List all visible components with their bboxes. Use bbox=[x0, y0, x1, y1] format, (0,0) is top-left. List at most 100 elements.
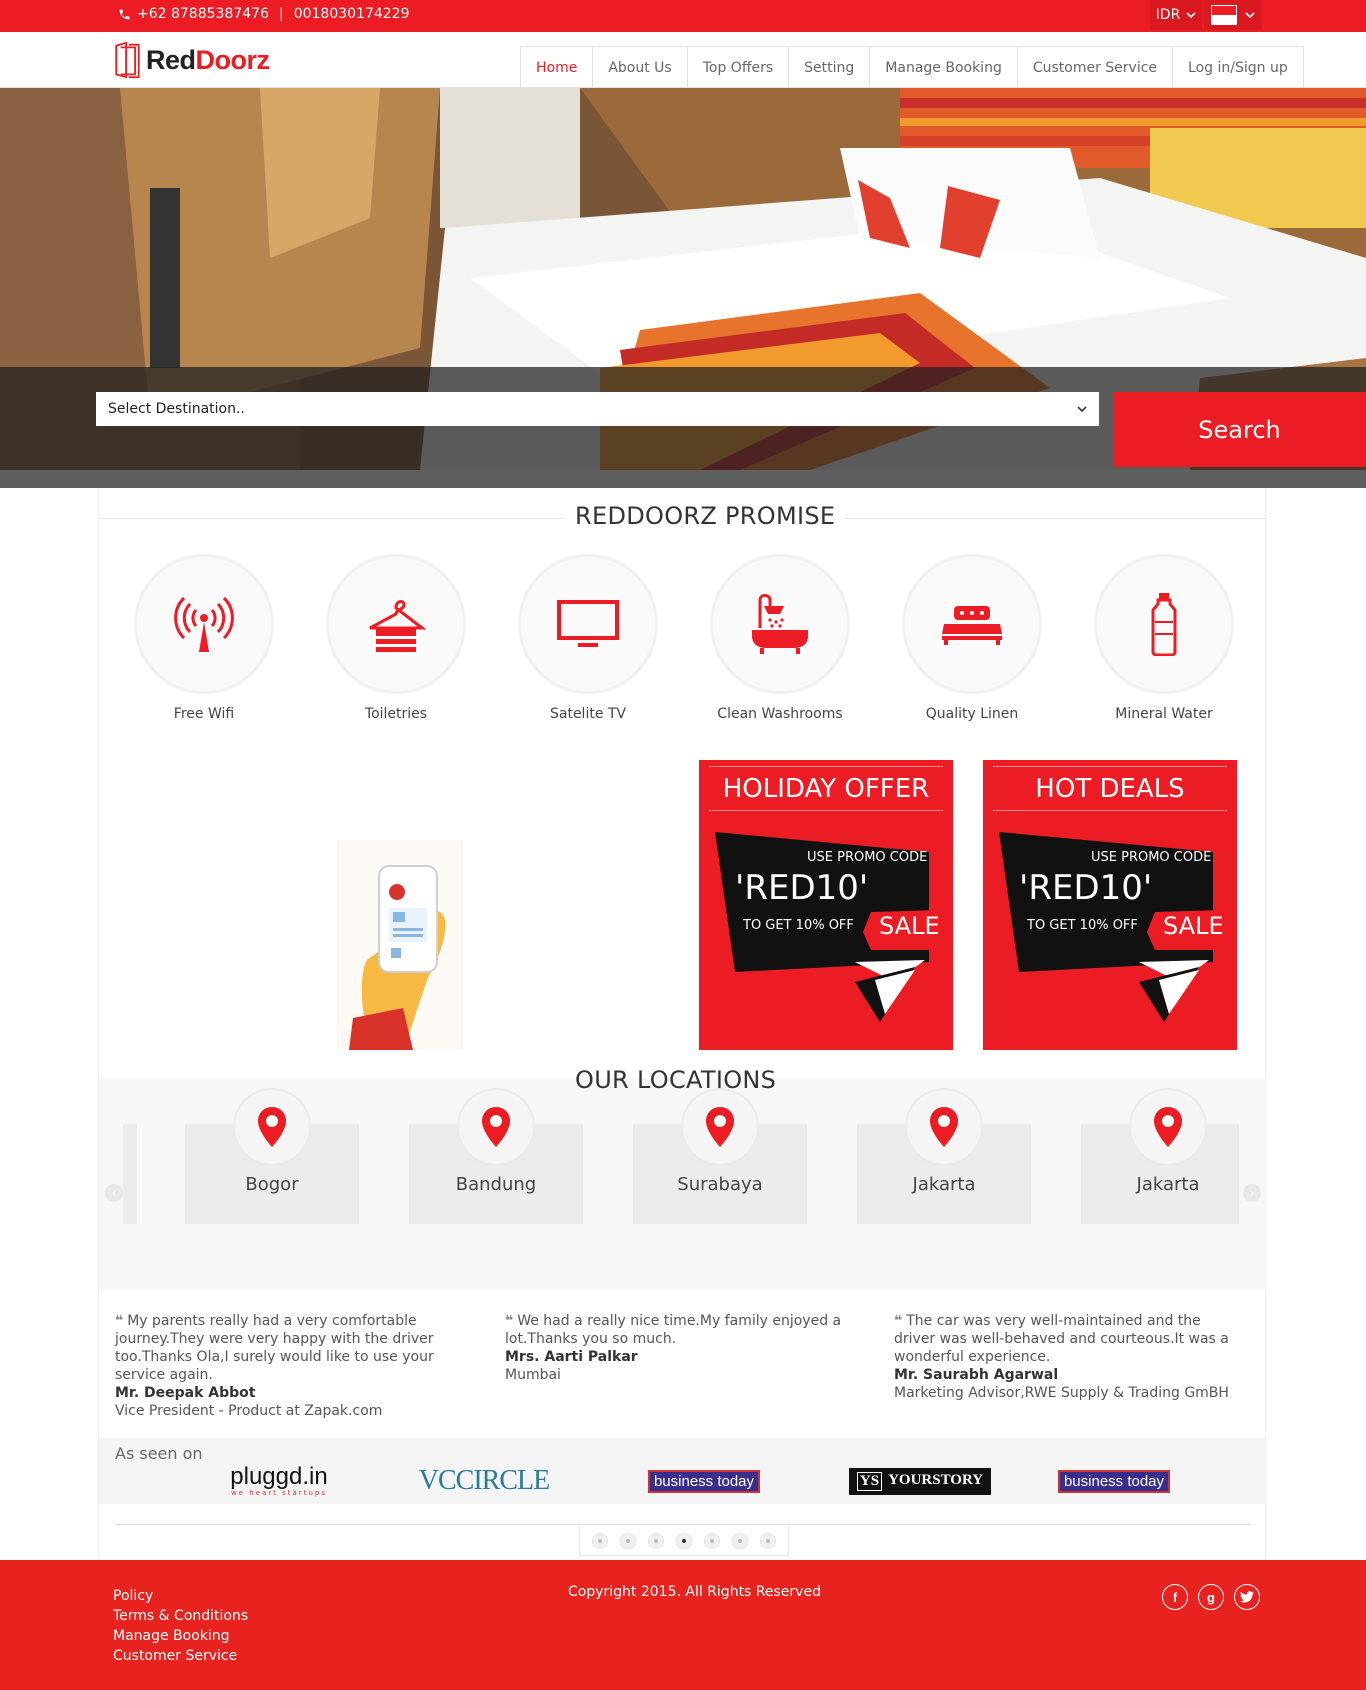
nav-about-us[interactable]: About Us bbox=[593, 47, 688, 89]
footer-link-terms[interactable]: Terms & Conditions bbox=[113, 1606, 248, 1626]
press-logos: pluggd.in we heart startups VCCIRCLE bus… bbox=[99, 1464, 1267, 1498]
testimonial-role: Vice President - Product at Zapak.com bbox=[115, 1403, 383, 1419]
promise-item-wifi: Free Wifi bbox=[129, 554, 279, 722]
main-nav: Home About Us Top Offers Setting Manage … bbox=[520, 46, 1304, 89]
map-pin-icon bbox=[1154, 1107, 1182, 1147]
footer: Policy Terms & Conditions Manage Booking… bbox=[0, 1560, 1366, 1690]
vccircle-logo[interactable]: VCCIRCLE bbox=[409, 1464, 559, 1498]
nav-home[interactable]: Home bbox=[521, 47, 594, 89]
footer-link-policy[interactable]: Policy bbox=[113, 1586, 248, 1606]
search-button[interactable]: Search bbox=[1113, 392, 1366, 467]
promise-label: Satelite TV bbox=[549, 706, 627, 722]
nav-top-offers[interactable]: Top Offers bbox=[688, 47, 790, 89]
nav-manage-booking[interactable]: Manage Booking bbox=[870, 47, 1018, 89]
phone-number[interactable]: +62 87885387476 bbox=[137, 6, 269, 22]
main-content: REDDOORZ PROMISE Free Wifi Toiletries Sa… bbox=[98, 488, 1267, 1560]
promise-title: REDDOORZ PROMISE bbox=[565, 502, 846, 530]
hot-deals-card[interactable]: HOT DEALS USE PROMO CODE 'RED10' TO GET … bbox=[983, 760, 1237, 1050]
nav-login-signup[interactable]: Log in/Sign up bbox=[1173, 47, 1303, 89]
phone-separator: | bbox=[278, 6, 284, 22]
destination-placeholder: Select Destination.. bbox=[108, 401, 245, 417]
footer-links: Policy Terms & Conditions Manage Booking… bbox=[113, 1586, 248, 1666]
testimonial-role: Mumbai bbox=[505, 1367, 561, 1383]
pagination-dot[interactable] bbox=[648, 1532, 664, 1549]
destination-select[interactable]: Select Destination.. bbox=[96, 392, 1099, 426]
top-bar: +62 87885387476 | 0018030174229 IDR bbox=[0, 0, 1366, 32]
bed-icon bbox=[942, 606, 1002, 645]
locations-carousel: Bogor Bandung Surabaya Jakarta Jakarta bbox=[121, 1064, 1245, 1234]
mobile-app-illustration bbox=[337, 840, 463, 1050]
promo-label: USE PROMO CODE bbox=[807, 850, 928, 865]
promo-label: USE PROMO CODE bbox=[1091, 850, 1212, 865]
yourstory-logo[interactable]: YS YOURSTORY bbox=[845, 1464, 995, 1498]
reddoorz-logo[interactable]: RedDoorz bbox=[112, 42, 270, 78]
chevron-down-icon bbox=[1077, 406, 1087, 413]
promo-subtitle: TO GET 10% OFF bbox=[1027, 918, 1138, 933]
language-dropdown[interactable] bbox=[1204, 0, 1262, 30]
logo-text: RedDoorz bbox=[146, 44, 270, 75]
offer-title: HOT DEALS bbox=[1035, 774, 1185, 804]
pagination-dot[interactable] bbox=[592, 1532, 608, 1549]
quote-icon: ❝ bbox=[505, 1313, 514, 1329]
phone-icon bbox=[119, 9, 130, 19]
pagination-dot[interactable] bbox=[704, 1532, 720, 1549]
tv-icon bbox=[557, 600, 619, 647]
pagination-dot[interactable] bbox=[620, 1532, 636, 1549]
testimonial-3: ❝ The car was very well-maintained and th… bbox=[894, 1312, 1244, 1402]
phone-number-2[interactable]: 0018030174229 bbox=[294, 6, 410, 22]
contact-phones: +62 87885387476 | 0018030174229 bbox=[118, 6, 410, 22]
testimonial-author: Mr. Deepak Abbot bbox=[115, 1385, 256, 1401]
testimonial-text: My parents really had a very comfortable… bbox=[115, 1313, 434, 1383]
testimonial-author: Mr. Saurabh Agarwal bbox=[894, 1367, 1059, 1383]
location-name: Bandung bbox=[455, 1174, 537, 1195]
holiday-offer-card[interactable]: HOLIDAY OFFER USE PROMO CODE 'RED10' TO … bbox=[699, 760, 953, 1050]
twitter-icon[interactable] bbox=[1234, 1584, 1260, 1610]
location-name: Bogor bbox=[245, 1174, 299, 1195]
promise-item-tv: Satelite TV bbox=[513, 554, 663, 722]
door-logo-icon bbox=[115, 42, 140, 78]
pagination-dot[interactable] bbox=[732, 1532, 748, 1549]
offer-title: HOLIDAY OFFER bbox=[722, 774, 930, 804]
promise-item-linen: Quality Linen bbox=[897, 554, 1047, 722]
currency-label: IDR bbox=[1155, 7, 1181, 23]
bathtub-shower-icon bbox=[752, 594, 808, 654]
promise-item-washroom: Clean Washrooms bbox=[705, 554, 855, 722]
copyright: Copyright 2015. All Rights Reserved bbox=[568, 1584, 821, 1600]
google-plus-icon[interactable]: g bbox=[1198, 1584, 1224, 1610]
footer-link-manage-booking[interactable]: Manage Booking bbox=[113, 1626, 248, 1646]
divider bbox=[709, 810, 943, 811]
divider bbox=[709, 766, 943, 767]
water-bottle-icon bbox=[1151, 593, 1177, 656]
hero-bottom-strip bbox=[0, 470, 1366, 488]
business-today-logo[interactable]: business today bbox=[639, 1464, 769, 1498]
promise-label: Free Wifi bbox=[173, 706, 235, 722]
pagination-dot-active[interactable] bbox=[676, 1532, 692, 1549]
pagination-dot[interactable] bbox=[760, 1532, 776, 1549]
promise-label: Clean Washrooms bbox=[717, 706, 843, 722]
facebook-icon[interactable]: f bbox=[1162, 1584, 1188, 1610]
currency-dropdown[interactable]: IDR bbox=[1150, 0, 1202, 30]
divider bbox=[993, 766, 1227, 767]
chevron-down-icon bbox=[1186, 12, 1196, 19]
quote-icon: ❝ bbox=[115, 1313, 124, 1329]
hand-phone-icon bbox=[349, 865, 446, 1050]
promo-subtitle: TO GET 10% OFF bbox=[743, 918, 854, 933]
footer-link-customer-service[interactable]: Customer Service bbox=[113, 1646, 248, 1666]
location-name: Jakarta bbox=[912, 1174, 976, 1195]
testimonial-1: ❝ My parents really had a very comfortabl… bbox=[115, 1312, 465, 1420]
testimonial-role: Marketing Advisor,RWE Supply & Trading G… bbox=[894, 1385, 1229, 1401]
testimonial-2: ❝ We had a really nice time.My family enj… bbox=[505, 1312, 855, 1384]
divider bbox=[115, 1524, 1251, 1525]
promise-label: Quality Linen bbox=[925, 706, 1019, 722]
business-today-logo-2[interactable]: business today bbox=[1049, 1464, 1179, 1498]
nav-setting[interactable]: Setting bbox=[789, 47, 871, 89]
map-pin-icon bbox=[258, 1107, 286, 1147]
header: RedDoorz Home About Us Top Offers Settin… bbox=[0, 32, 1366, 89]
testimonial-text: The car was very well-maintained and the… bbox=[894, 1313, 1229, 1365]
sale-label: SALE bbox=[879, 912, 940, 940]
pluggd-logo[interactable]: pluggd.in we heart startups bbox=[219, 1464, 339, 1498]
divider bbox=[993, 810, 1227, 811]
nav-customer-service[interactable]: Customer Service bbox=[1018, 47, 1174, 89]
promise-label: Mineral Water bbox=[1115, 706, 1213, 722]
promo-code: 'RED10' bbox=[735, 868, 869, 908]
